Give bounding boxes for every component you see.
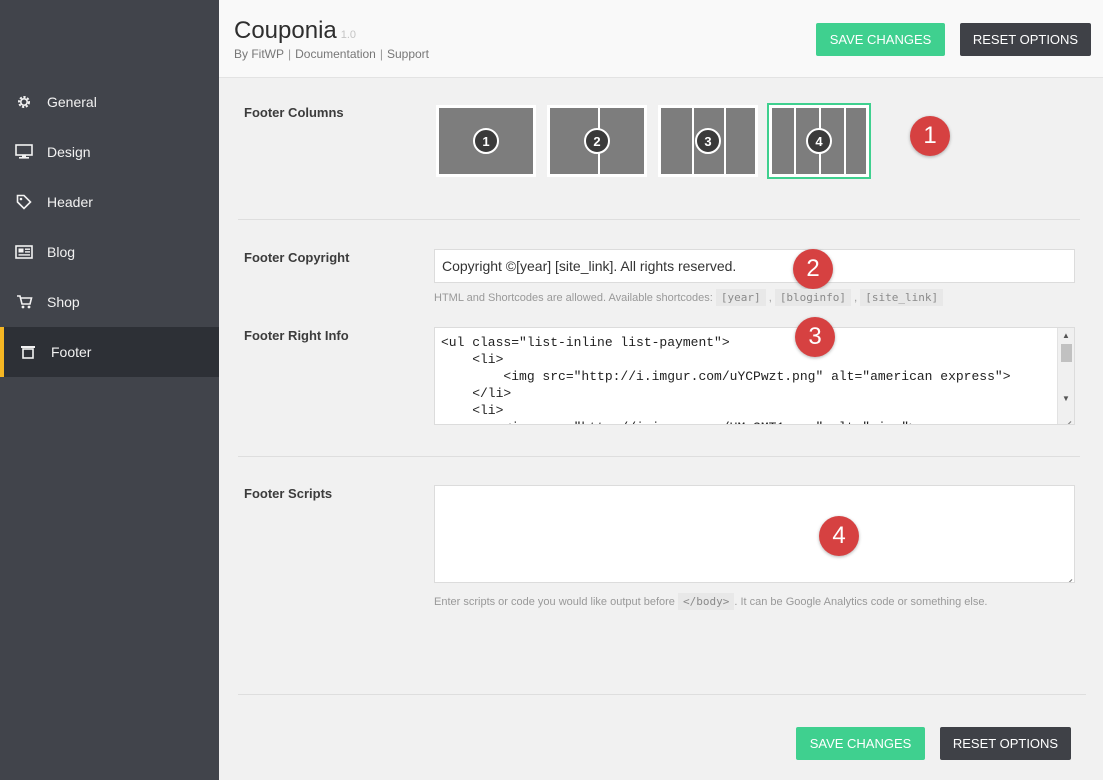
column-divider bbox=[724, 108, 726, 174]
footer-copyright-label: Footer Copyright bbox=[244, 250, 350, 265]
sidebar-item-label: Design bbox=[47, 144, 91, 160]
scroll-thumb[interactable] bbox=[1061, 344, 1072, 362]
section-divider bbox=[238, 219, 1080, 220]
save-button-bottom[interactable]: SAVE CHANGES bbox=[796, 727, 925, 760]
column-option-1[interactable]: 1 bbox=[436, 105, 536, 177]
sidebar-item-label: Header bbox=[47, 194, 93, 210]
resize-handle-icon[interactable] bbox=[1063, 571, 1073, 581]
column-divider bbox=[794, 108, 796, 174]
reset-button-bottom[interactable]: RESET OPTIONS bbox=[940, 727, 1071, 760]
column-number: 1 bbox=[473, 128, 499, 154]
footer-right-info-code: <ul class="list-inline list-payment"> <l… bbox=[441, 335, 1011, 424]
author-text: By FitWP bbox=[234, 47, 284, 61]
scripts-hint-after: . It can be Google Analytics code or som… bbox=[734, 596, 988, 608]
scroll-down-icon[interactable]: ▼ bbox=[1062, 394, 1070, 403]
annotation-marker-1: 1 bbox=[910, 116, 950, 156]
column-number: 2 bbox=[584, 128, 610, 154]
newspaper-icon bbox=[14, 242, 34, 262]
scroll-up-icon[interactable]: ▲ bbox=[1062, 331, 1070, 340]
sidebar-item-label: General bbox=[47, 94, 97, 110]
separator: | bbox=[379, 47, 383, 61]
column-option-2[interactable]: 2 bbox=[547, 105, 647, 177]
sidebar-item-blog[interactable]: Blog bbox=[0, 227, 219, 277]
sidebar-item-label: Shop bbox=[47, 294, 80, 310]
page-title: Couponia 1.0 bbox=[234, 17, 356, 45]
app-version: 1.0 bbox=[340, 29, 357, 41]
tag-icon bbox=[14, 192, 34, 212]
shortcode-site-link: [site_link] bbox=[860, 289, 944, 306]
footer-icon bbox=[18, 342, 38, 362]
sidebar-item-label: Footer bbox=[51, 344, 92, 360]
column-number: 4 bbox=[806, 128, 832, 154]
gear-icon bbox=[14, 92, 34, 112]
footer-copyright-input[interactable]: Copyright ©[year] [site_link]. All right… bbox=[434, 249, 1075, 283]
body-tag-code: </body> bbox=[677, 593, 735, 610]
column-divider bbox=[844, 108, 846, 174]
column-option-4[interactable]: 4 bbox=[767, 103, 871, 179]
cart-icon bbox=[14, 292, 34, 312]
footer-scripts-textarea[interactable] bbox=[434, 485, 1075, 583]
scripts-hint-before: Enter scripts or code you would like out… bbox=[434, 596, 675, 608]
sidebar-nav: General Design Header Blog Shop Footer bbox=[0, 77, 219, 377]
copyright-hint-text: HTML and Shortcodes are allowed. Availab… bbox=[434, 292, 713, 304]
footer-right-info-label: Footer Right Info bbox=[244, 328, 349, 343]
separator: | bbox=[288, 47, 292, 61]
footer-scripts-label: Footer Scripts bbox=[244, 486, 333, 501]
annotation-marker-2: 2 bbox=[793, 249, 833, 289]
shortcode-year: [year] bbox=[715, 289, 766, 306]
sidebar-item-header[interactable]: Header bbox=[0, 177, 219, 227]
scripts-hint: Enter scripts or code you would like out… bbox=[434, 593, 988, 610]
column-number: 3 bbox=[695, 128, 721, 154]
resize-handle-icon[interactable] bbox=[1062, 413, 1072, 423]
column-divider bbox=[692, 108, 694, 174]
byline: By FitWP | Documentation | Support bbox=[234, 47, 429, 61]
footer-scripts-value bbox=[435, 486, 1074, 498]
monitor-icon bbox=[14, 142, 34, 162]
support-link[interactable]: Support bbox=[387, 47, 429, 61]
annotation-marker-3: 3 bbox=[795, 317, 835, 357]
sidebar-item-shop[interactable]: Shop bbox=[0, 277, 219, 327]
scrollbar[interactable]: ▲ ▼ bbox=[1057, 328, 1074, 424]
sidebar-item-general[interactable]: General bbox=[0, 77, 219, 127]
sidebar-item-design[interactable]: Design bbox=[0, 127, 219, 177]
copyright-hint: HTML and Shortcodes are allowed. Availab… bbox=[434, 289, 944, 306]
reset-button-top[interactable]: RESET OPTIONS bbox=[960, 23, 1091, 56]
footer-columns-label: Footer Columns bbox=[244, 105, 344, 120]
app-name: Couponia bbox=[234, 17, 337, 44]
documentation-link[interactable]: Documentation bbox=[295, 47, 376, 61]
footer-right-info-textarea[interactable]: <ul class="list-inline list-payment"> <l… bbox=[434, 327, 1075, 425]
sidebar-item-footer[interactable]: Footer bbox=[0, 327, 219, 377]
sidebar: General Design Header Blog Shop Footer bbox=[0, 0, 219, 780]
annotation-marker-4: 4 bbox=[819, 516, 859, 556]
save-button-top[interactable]: SAVE CHANGES bbox=[816, 23, 945, 56]
sidebar-item-label: Blog bbox=[47, 244, 76, 260]
section-divider bbox=[238, 456, 1080, 457]
shortcode-bloginfo: [bloginfo] bbox=[774, 289, 852, 306]
bottom-divider bbox=[238, 694, 1086, 695]
column-option-3[interactable]: 3 bbox=[658, 105, 758, 177]
